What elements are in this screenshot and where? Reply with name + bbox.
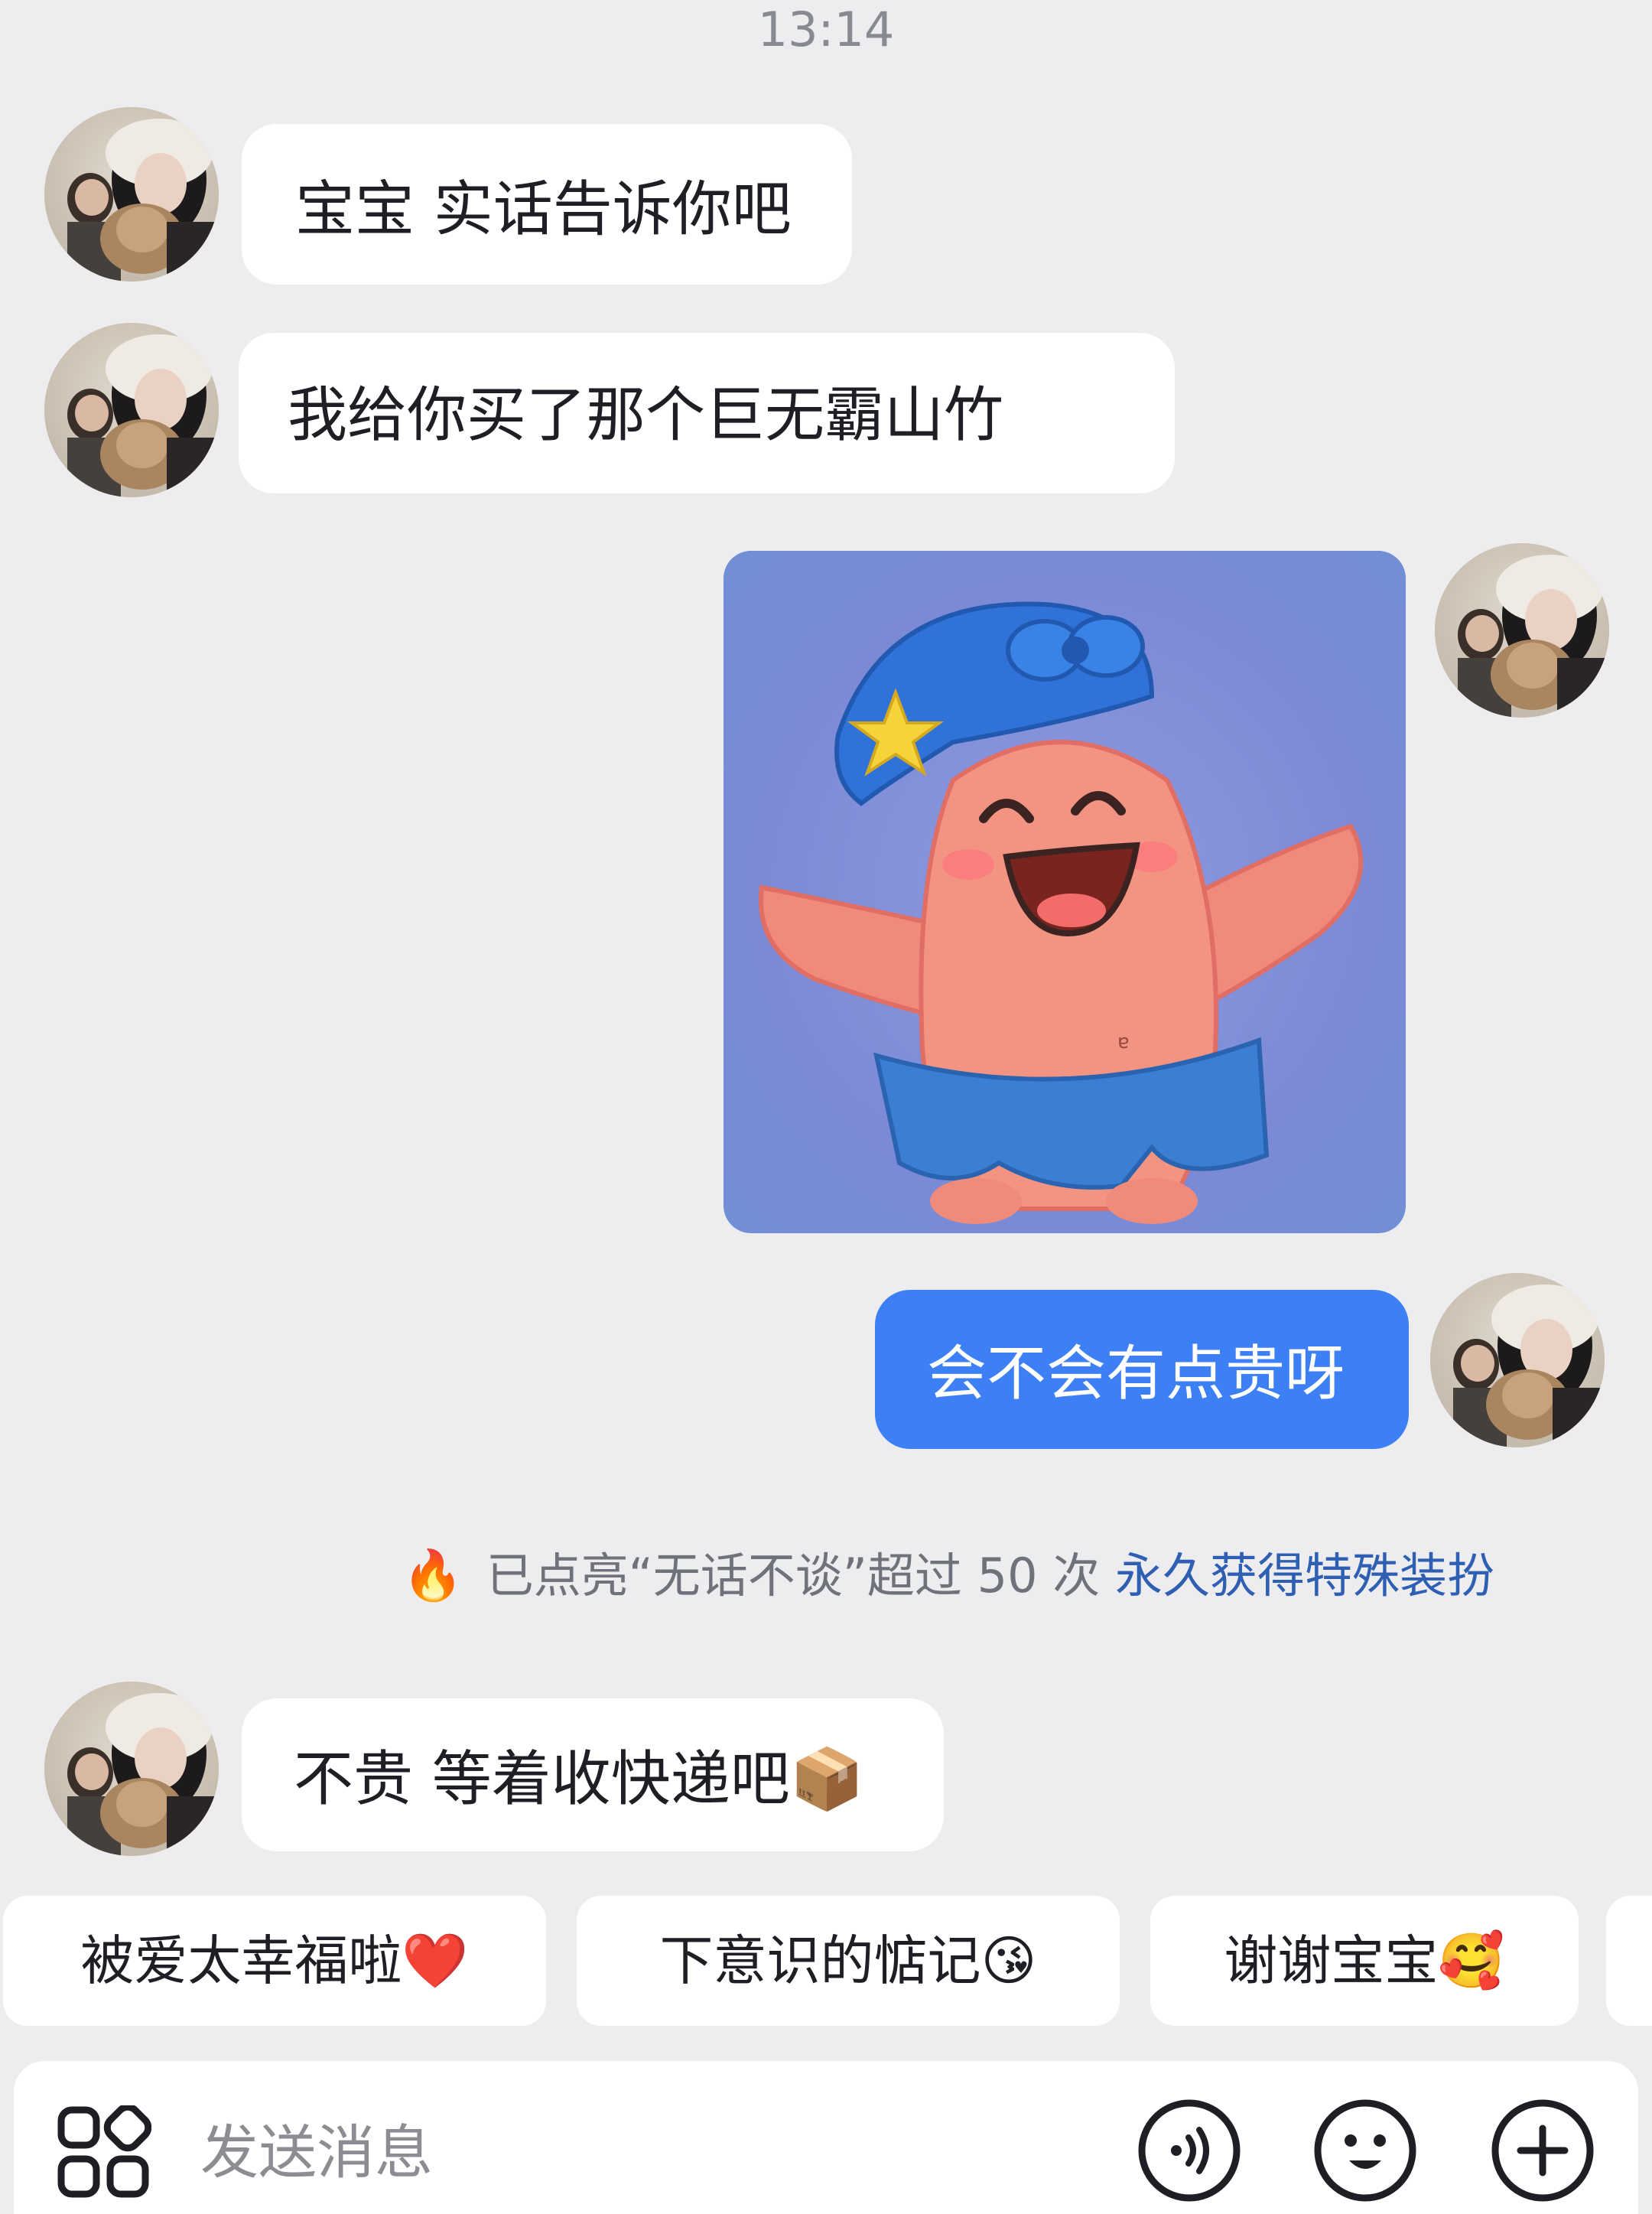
message-bubble-incoming[interactable]: 宝宝 实话告诉你吧 xyxy=(242,124,852,285)
message-bubble-incoming[interactable]: 我给你买了那个巨无霸山竹 xyxy=(239,333,1175,493)
plus-icon[interactable] xyxy=(1487,2098,1598,2203)
quick-reply-chip[interactable]: 下意识的惦记😘 xyxy=(577,1896,1120,2026)
message-input[interactable]: 发送消息 xyxy=(200,2115,433,2191)
system-notice: 🔥 已点亮“无话不谈”超过 50 次 永久获得特殊装扮 xyxy=(402,1545,1494,1607)
svg-text:ɐ: ɐ xyxy=(1117,1030,1130,1053)
fire-icon: 🔥 xyxy=(402,1548,463,1604)
contact-avatar[interactable] xyxy=(44,1682,219,1856)
quick-reply-chip[interactable]: 谢谢宝宝🥰 xyxy=(1150,1896,1579,2026)
message-bubble-outgoing[interactable]: 会不会有点贵呀 xyxy=(875,1290,1409,1449)
contact-avatar[interactable] xyxy=(44,323,219,497)
apps-grid-icon[interactable] xyxy=(57,2105,151,2200)
message-text: 会不会有点贵呀 xyxy=(927,1340,1345,1408)
my-avatar[interactable] xyxy=(1430,1273,1605,1447)
message-text: 我给你买了那个巨无霸山竹 xyxy=(288,381,1004,450)
emoji-icon[interactable] xyxy=(1309,2098,1421,2203)
message-bubble-incoming[interactable]: 不贵 等着收快递吧📦 xyxy=(242,1698,944,1851)
message-text: 宝宝 实话告诉你吧 xyxy=(295,175,792,244)
my-avatar[interactable] xyxy=(1435,543,1609,718)
happy-patrick-star-sticker[interactable]: ɐ xyxy=(724,551,1406,1233)
voice-icon[interactable] xyxy=(1133,2098,1245,2203)
notice-text: 已点亮“无话不谈”超过 50 次 xyxy=(486,1548,1101,1604)
contact-avatar[interactable] xyxy=(44,107,219,282)
notice-link[interactable]: 永久获得特殊装扮 xyxy=(1115,1548,1494,1604)
message-timestamp: 13:14 xyxy=(757,2,895,57)
quick-reply-chip[interactable]: 被爱太幸福啦❤️ xyxy=(3,1896,546,2026)
quick-reply-chip-partial[interactable] xyxy=(1606,1896,1652,2026)
message-text: 不贵 等着收快递吧📦 xyxy=(294,1745,864,1814)
